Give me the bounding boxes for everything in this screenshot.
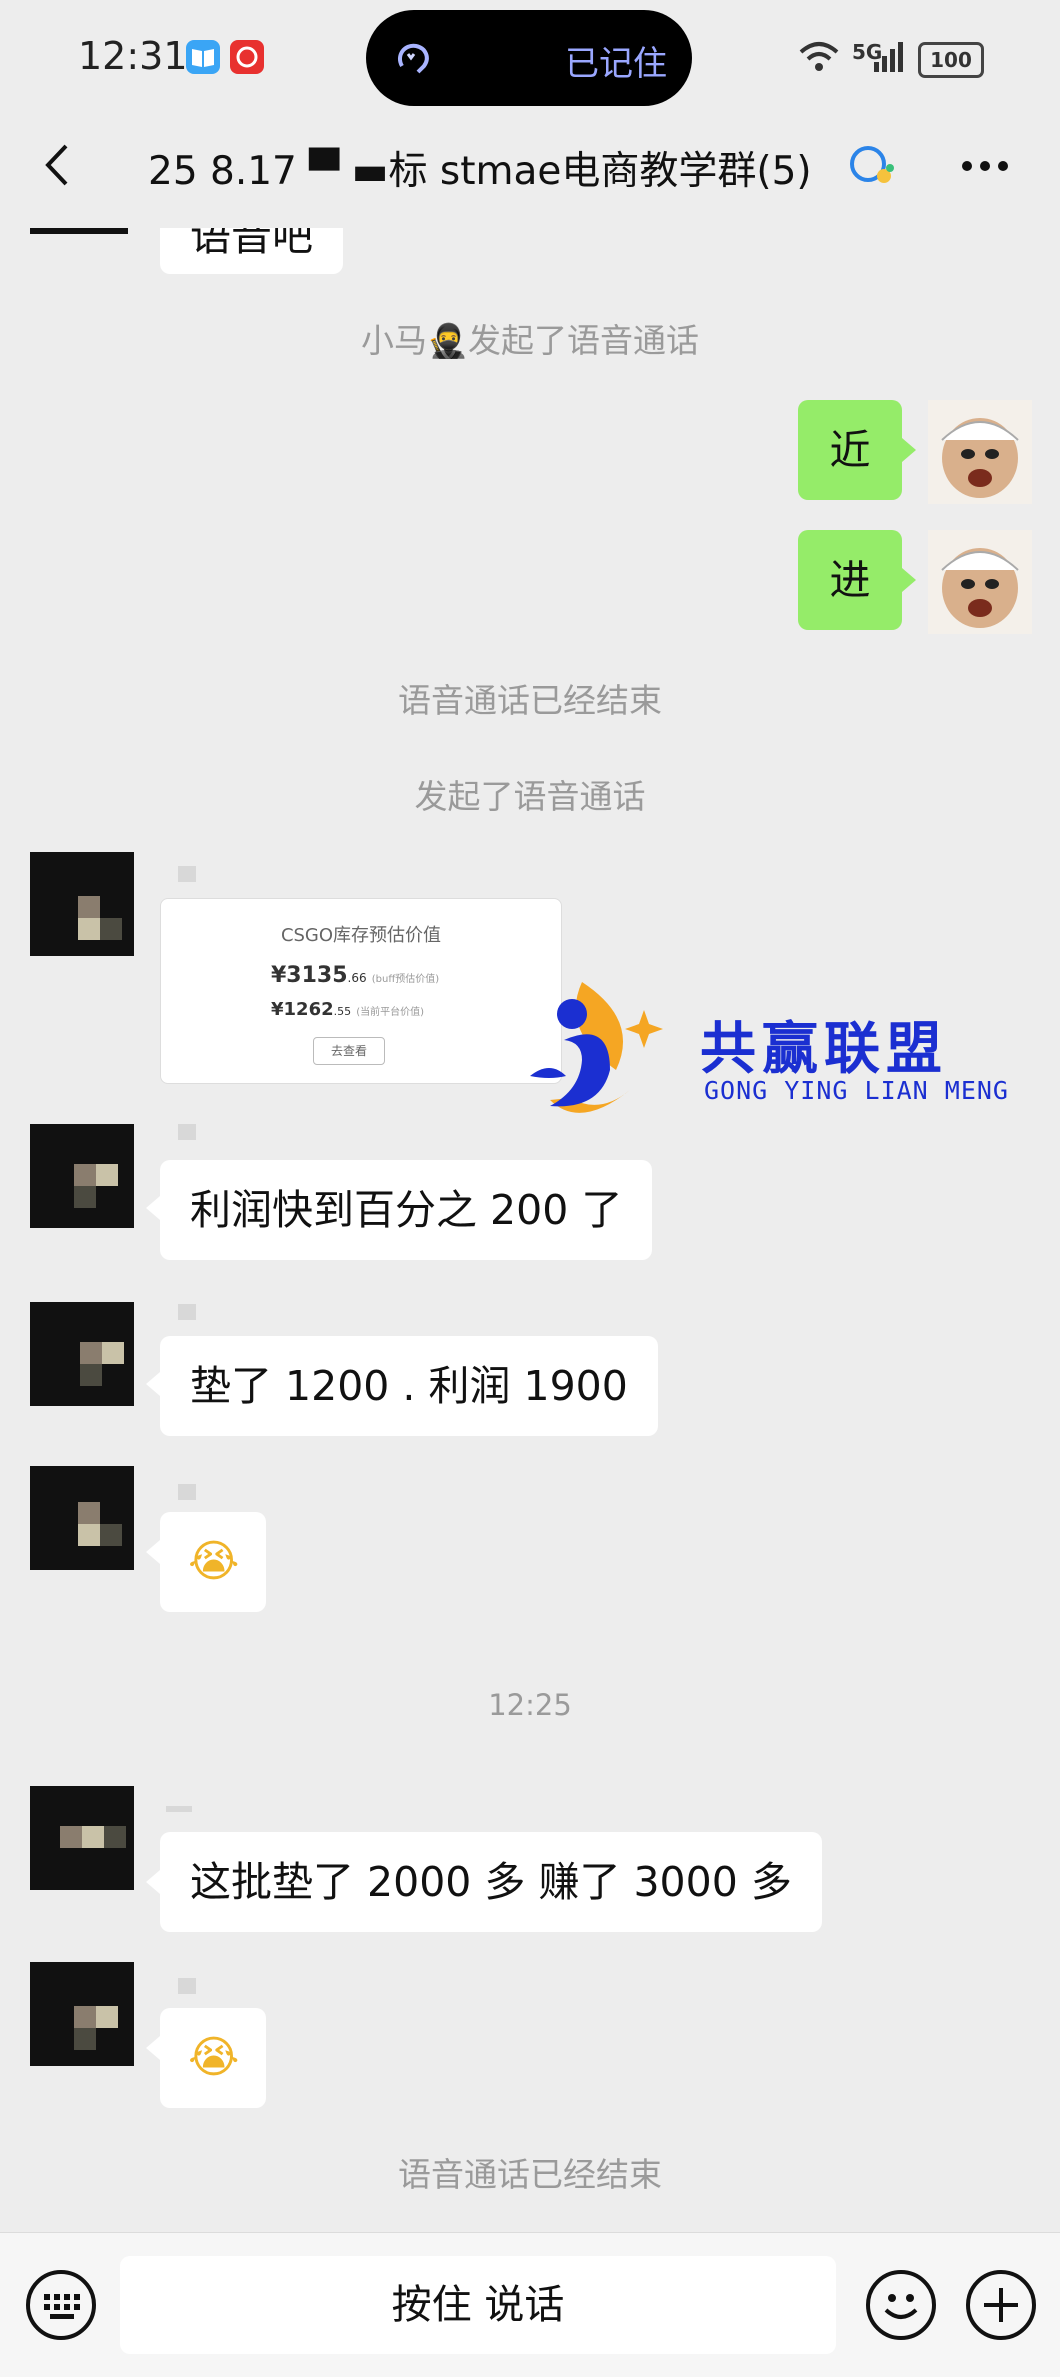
card-value-1-decimal: .66 — [347, 971, 367, 985]
bubble-tail — [146, 1540, 160, 1564]
inventory-card[interactable]: CSGO库存预估价值 ¥3135.66 (buff预估价值) ¥1262.55 … — [160, 898, 562, 1084]
card-value-2-decimal: .55 — [333, 1005, 352, 1018]
card-value-row-2: ¥1262.55 (当前平台价值) — [271, 999, 424, 1020]
timestamp: 12:25 — [488, 1688, 572, 1722]
avatar[interactable] — [30, 1786, 134, 1890]
emoji-message[interactable]: 😭 — [160, 2008, 266, 2108]
plus-icon[interactable] — [966, 2270, 1036, 2340]
bubble-tail — [902, 438, 916, 462]
card-value-1-note: (buff预估价值) — [371, 974, 440, 985]
more-dots-icon[interactable] — [960, 158, 1010, 177]
signal-icon — [872, 40, 906, 76]
laugh-cry-emoji-icon: 😭 — [188, 2032, 240, 2083]
card-title: CSGO库存预估价值 — [280, 925, 442, 946]
bubble-tail — [146, 1196, 160, 1220]
message-bubble[interactable]: 利润快到百分之 200 了 — [160, 1160, 653, 1260]
avatar[interactable] — [30, 1962, 134, 2066]
wifi-icon — [798, 40, 840, 78]
card-value-2-note: (当前平台价值) — [356, 1007, 425, 1018]
system-message-call-started: 发起了语音通话 — [414, 777, 646, 816]
status-time: 12:31 — [78, 34, 188, 78]
my-message-2[interactable]: 进 — [798, 530, 902, 630]
system-message-call-started: 小马🥷发起了语音通话 — [360, 321, 700, 360]
my-avatar[interactable] — [928, 530, 1032, 634]
my-avatar[interactable] — [928, 400, 1032, 504]
bubble-tail — [146, 2036, 160, 2060]
memory-icon — [392, 36, 436, 80]
laugh-cry-emoji-icon: 😭 — [188, 1536, 240, 1587]
card-value-row-1: ¥3135.66 (buff预估价值) — [271, 963, 439, 988]
battery-indicator: 100 — [918, 42, 984, 78]
group-status-icon — [846, 144, 896, 192]
sender-name — [166, 1806, 192, 1812]
watermark-logo-icon — [520, 980, 680, 1134]
watermark-title: 共赢联盟 — [700, 1017, 948, 1082]
avatar[interactable] — [30, 852, 134, 956]
bubble-tail — [146, 1372, 160, 1396]
partial-avatar — [30, 228, 128, 234]
card-value-1: ¥3135 — [271, 963, 348, 988]
hold-to-talk-button[interactable]: 按住 说话 — [120, 2256, 836, 2354]
avatar[interactable] — [30, 1302, 134, 1406]
watermark-subtitle: GONG YING LIAN MENG — [704, 1076, 1009, 1105]
system-message-call-ended: 语音通话已经结束 — [398, 2155, 662, 2194]
chat-title[interactable]: 25 8.17 ▀ ▬标 stmae电商教学群(5) — [148, 140, 812, 196]
sender-name — [178, 1484, 196, 1500]
sender-name — [178, 1304, 196, 1320]
book-app-icon — [186, 40, 220, 74]
sender-name — [178, 1124, 196, 1140]
system-message-call-ended: 语音通话已经结束 — [398, 681, 662, 720]
back-chevron-icon[interactable] — [38, 140, 78, 190]
avatar[interactable] — [30, 1466, 134, 1570]
message-bubble[interactable]: 这批垫了 2000 多 赚了 3000 多 — [160, 1832, 822, 1932]
status-bar: 12:31 已记住 5G 100 — [0, 0, 1060, 118]
bubble-tail — [146, 1870, 160, 1894]
sender-name — [178, 866, 196, 882]
avatar[interactable] — [30, 1124, 134, 1228]
island-label: 已记住 — [565, 44, 667, 84]
card-value-2: ¥1262 — [271, 999, 334, 1020]
sender-name — [178, 1978, 196, 1994]
card-view-button[interactable]: 去查看 — [313, 1037, 385, 1065]
message-bubble[interactable]: 垫了 1200 . 利润 1900 — [160, 1336, 658, 1436]
my-message-1[interactable]: 近 — [798, 400, 902, 500]
red-app-icon — [230, 40, 264, 74]
emoji-message[interactable]: 😭 — [160, 1512, 266, 1612]
emoji-icon[interactable] — [866, 2270, 936, 2340]
bubble-tail — [902, 568, 916, 592]
keyboard-icon[interactable] — [26, 2270, 96, 2340]
